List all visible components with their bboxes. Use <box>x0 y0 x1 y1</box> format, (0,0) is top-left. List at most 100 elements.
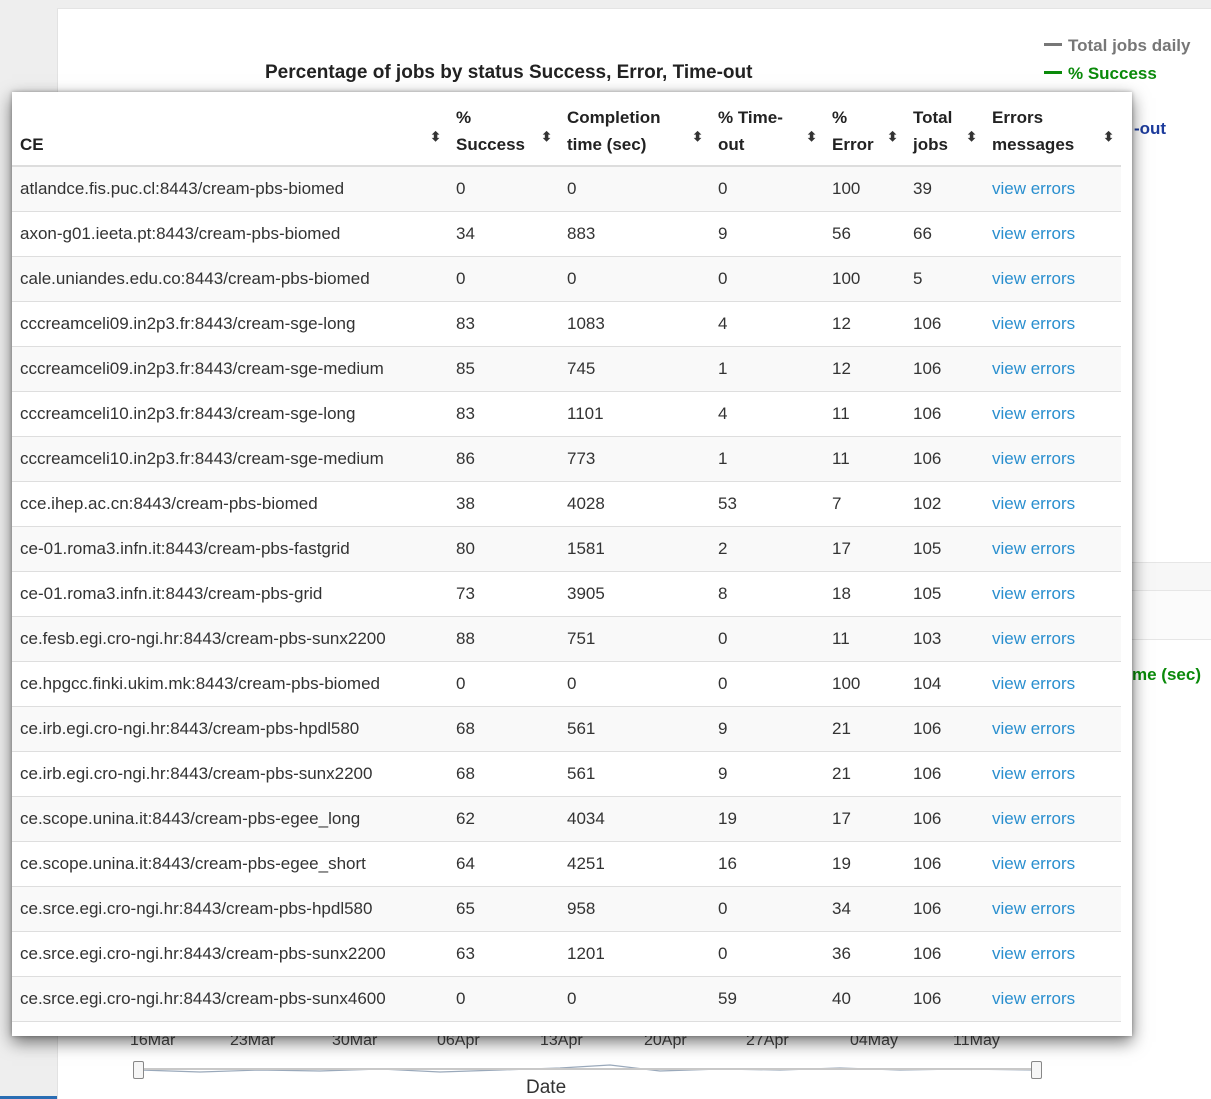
view-errors-link[interactable]: view errors <box>984 211 1121 257</box>
navigator-right-handle[interactable] <box>1031 1061 1042 1079</box>
view-errors-link[interactable]: view errors <box>984 661 1121 707</box>
success-cell: 38 <box>448 481 559 527</box>
total-jobs-cell: 106 <box>905 346 984 392</box>
column-header-error[interactable]: % Error ⬍ <box>824 92 905 167</box>
chart-title: Percentage of jobs by status Success, Er… <box>265 62 753 83</box>
timeout-cell: 1 <box>710 436 824 482</box>
error-cell: 9 <box>824 1021 905 1036</box>
completion-time-cell: 958 <box>559 886 710 932</box>
table-row: ce.fesb.egi.cro-ngi.hr:8443/cream-pbs-su… <box>12 616 1121 662</box>
column-header-total-jobs[interactable]: Total jobs ⬍ <box>905 92 984 167</box>
legend-label: % Success <box>1068 64 1157 83</box>
success-cell: 83 <box>448 301 559 347</box>
total-jobs-cell: 102 <box>905 481 984 527</box>
completion-time-cell: 3905 <box>559 571 710 617</box>
table-row: ce.irb.egi.cro-ngi.hr:8443/cream-pbs-hpd… <box>12 706 1121 752</box>
total-jobs-cell: 106 <box>905 976 984 1022</box>
column-header-success[interactable]: % Success ⬍ <box>448 92 559 167</box>
ce-name-cell: atlandce.fis.puc.cl:8443/cream-pbs-biome… <box>12 165 448 212</box>
error-cell: 21 <box>824 706 905 752</box>
table-row: ce.scope.unina.it:8443/cream-pbs-egee_sh… <box>12 841 1121 887</box>
timeout-cell: 9 <box>710 751 824 797</box>
view-errors-link[interactable]: view errors <box>984 301 1121 347</box>
timeout-cell: 8 <box>710 571 824 617</box>
view-errors-link[interactable]: view errors <box>984 616 1121 662</box>
view-errors-link[interactable]: view errors <box>984 1021 1121 1036</box>
column-header-completion-time[interactable]: Completion time (sec) ⬍ <box>559 92 710 167</box>
view-errors-link[interactable]: view errors <box>984 571 1121 617</box>
sort-icon[interactable]: ⬍ <box>887 123 898 150</box>
legend-item-total-jobs[interactable]: Total jobs daily <box>1044 36 1190 56</box>
table-row: cccreamceli10.in2p3.fr:8443/cream-sge-me… <box>12 436 1121 482</box>
table-row: cccreamceli10.in2p3.fr:8443/cream-sge-lo… <box>12 391 1121 437</box>
completion-time-cell: 3363 <box>559 1021 710 1036</box>
error-cell: 36 <box>824 931 905 977</box>
column-header-label: % Success <box>456 108 525 154</box>
view-errors-link[interactable]: view errors <box>984 481 1121 527</box>
section-band <box>1132 590 1211 640</box>
legend-swatch <box>1044 71 1062 75</box>
column-header-timeout[interactable]: % Time-out ⬍ <box>710 92 824 167</box>
table-body: atlandce.fis.puc.cl:8443/cream-pbs-biome… <box>12 165 1121 1036</box>
ce-status-table-panel: CE ⬍ % Success ⬍ Completion time (sec) ⬍ % … <box>12 92 1132 1036</box>
completion-time-cell: 4251 <box>559 841 710 887</box>
view-errors-link[interactable]: view errors <box>984 796 1121 842</box>
success-cell: 0 <box>448 256 559 302</box>
ce-name-cell: ce.srce.egi.cro-ngi.hr:8443/cream-pbs-hp… <box>12 886 448 932</box>
table-row: cce.ihep.ac.cn:8443/cream-pbs-biomed 38 40… <box>12 481 1121 527</box>
sort-icon[interactable]: ⬍ <box>692 123 703 150</box>
ce-name-cell: cale.uniandes.edu.co:8443/cream-pbs-biom… <box>12 256 448 302</box>
error-cell: 100 <box>824 256 905 302</box>
view-errors-link[interactable]: view errors <box>984 841 1121 887</box>
legend-fragment-timeout: -out <box>1134 119 1167 138</box>
view-errors-link[interactable]: view errors <box>984 931 1121 977</box>
completion-time-cell: 4028 <box>559 481 710 527</box>
error-cell: 19 <box>824 841 905 887</box>
error-cell: 17 <box>824 796 905 842</box>
completion-time-cell: 0 <box>559 661 710 707</box>
sort-icon[interactable]: ⬍ <box>966 123 977 150</box>
timeout-cell: 0 <box>710 165 824 212</box>
sort-icon[interactable]: ⬍ <box>806 123 817 150</box>
view-errors-link[interactable]: view errors <box>984 751 1121 797</box>
view-errors-link[interactable]: view errors <box>984 526 1121 572</box>
navigator-left-handle[interactable] <box>133 1061 144 1079</box>
view-errors-link[interactable]: view errors <box>984 256 1121 302</box>
total-jobs-cell: 5 <box>905 256 984 302</box>
sort-icon[interactable]: ⬍ <box>541 123 552 150</box>
success-cell: 43 <box>448 1021 559 1036</box>
success-cell: 62 <box>448 796 559 842</box>
completion-time-cell: 561 <box>559 751 710 797</box>
ce-name-cell: ce.irb.egi.cro-ngi.hr:8443/cream-pbs-sun… <box>12 751 448 797</box>
success-cell: 68 <box>448 706 559 752</box>
sort-icon[interactable]: ⬍ <box>1103 123 1114 150</box>
navigator-track[interactable] <box>140 1068 1035 1070</box>
success-cell: 0 <box>448 976 559 1022</box>
column-header-ce[interactable]: CE ⬍ <box>12 92 448 167</box>
ce-name-cell: cccreamceli10.in2p3.fr:8443/cream-sge-lo… <box>12 391 448 437</box>
view-errors-link[interactable]: view errors <box>984 165 1121 212</box>
total-jobs-cell: 103 <box>905 616 984 662</box>
ce-name-cell: cccreamceli09.in2p3.fr:8443/cream-sge-lo… <box>12 301 448 347</box>
view-errors-link[interactable]: view errors <box>984 346 1121 392</box>
view-errors-link[interactable]: view errors <box>984 886 1121 932</box>
view-errors-link[interactable]: view errors <box>984 706 1121 752</box>
completion-time-cell: 751 <box>559 616 710 662</box>
success-cell: 85 <box>448 346 559 392</box>
column-header-label: % Time-out <box>718 108 783 154</box>
view-errors-link[interactable]: view errors <box>984 436 1121 482</box>
completion-time-cell: 883 <box>559 211 710 257</box>
view-errors-link[interactable]: view errors <box>984 976 1121 1022</box>
column-header-label: Errors messages <box>992 108 1075 154</box>
completion-time-cell: 1201 <box>559 931 710 977</box>
column-header-errors-messages[interactable]: Errors messages ⬍ <box>984 92 1121 167</box>
ce-status-table: CE ⬍ % Success ⬍ Completion time (sec) ⬍ % … <box>12 92 1121 1036</box>
timeout-cell: 4 <box>710 391 824 437</box>
total-jobs-cell: 104 <box>905 661 984 707</box>
sort-icon[interactable]: ⬍ <box>430 123 441 150</box>
timeout-cell: 1 <box>710 346 824 392</box>
view-errors-link[interactable]: view errors <box>984 391 1121 437</box>
timeout-cell: 0 <box>710 931 824 977</box>
legend-item-success[interactable]: % Success <box>1044 64 1157 84</box>
timeout-cell: 2 <box>710 526 824 572</box>
